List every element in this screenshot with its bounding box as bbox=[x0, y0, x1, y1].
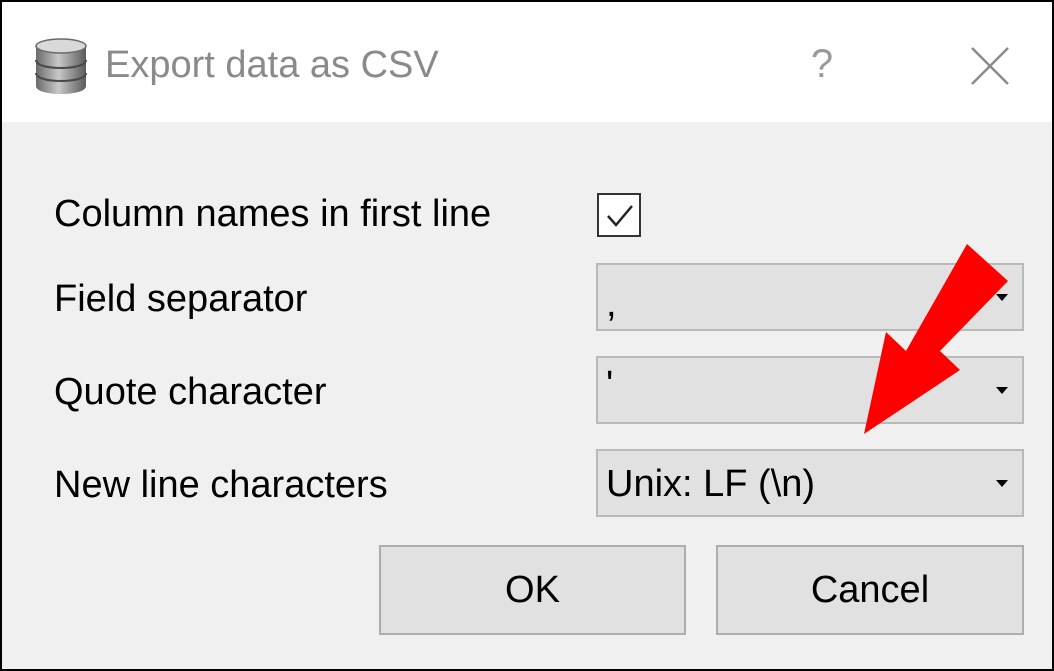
new-line-select[interactable]: Unix: LF (\n) bbox=[596, 449, 1024, 517]
quote-character-label: Quote character bbox=[54, 371, 327, 413]
field-separator-value: , bbox=[606, 283, 617, 325]
column-names-checkbox[interactable] bbox=[597, 193, 641, 237]
quote-character-value: ' bbox=[606, 364, 614, 406]
field-separator-label: Field separator bbox=[54, 278, 308, 320]
chevron-down-icon bbox=[996, 480, 1008, 487]
title-bar: Export data as CSV ? bbox=[2, 2, 1052, 122]
column-names-label: Column names in first line bbox=[54, 193, 492, 235]
close-icon[interactable] bbox=[962, 40, 1018, 92]
ok-button[interactable]: OK bbox=[379, 545, 686, 635]
export-csv-dialog: Export data as CSV ? Column names in fir… bbox=[0, 0, 1054, 671]
field-separator-select[interactable]: , bbox=[596, 263, 1024, 331]
quote-character-select[interactable]: ' bbox=[596, 356, 1024, 424]
new-line-value: Unix: LF (\n) bbox=[606, 463, 816, 505]
new-line-label: New line characters bbox=[54, 464, 388, 506]
checkmark-icon bbox=[607, 205, 633, 227]
cancel-button[interactable]: Cancel bbox=[716, 545, 1024, 635]
help-button[interactable]: ? bbox=[797, 36, 847, 92]
database-icon bbox=[32, 38, 90, 94]
chevron-down-icon bbox=[996, 294, 1008, 301]
chevron-down-icon bbox=[996, 387, 1008, 394]
window-title: Export data as CSV bbox=[105, 44, 439, 86]
